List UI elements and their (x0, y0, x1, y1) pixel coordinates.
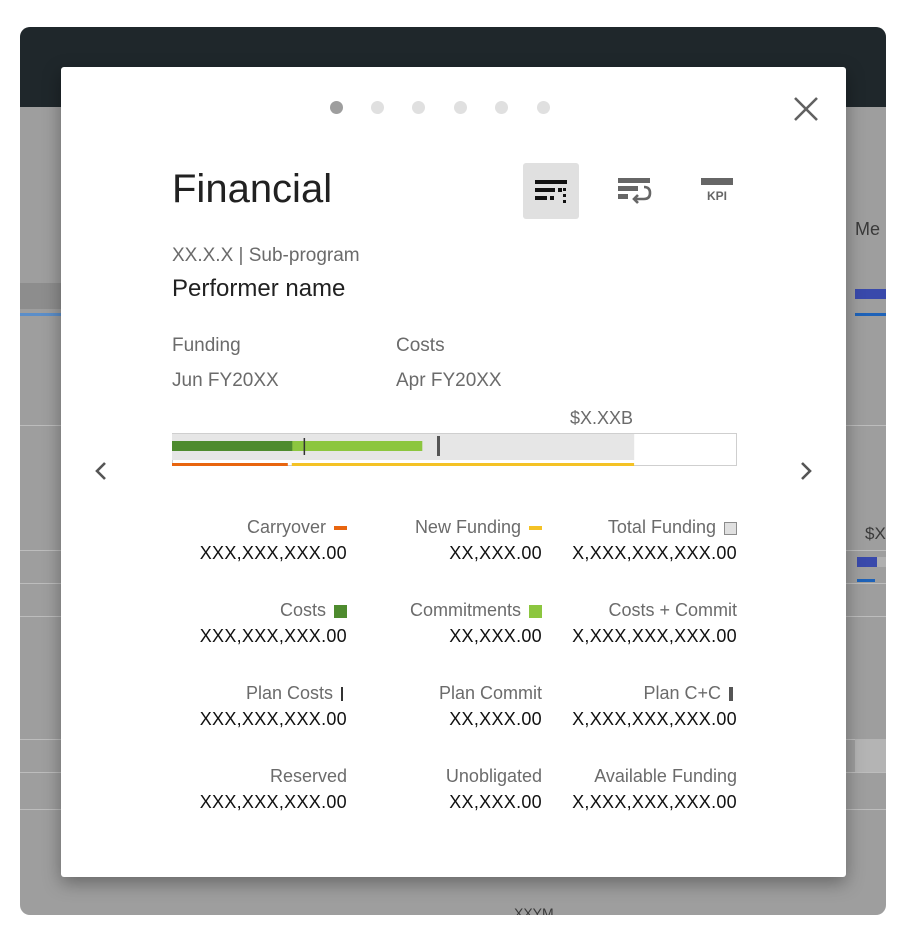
bg-mini-bar-rest (877, 557, 886, 567)
pager-dot-3[interactable] (412, 101, 425, 114)
subprogram-label: XX.X.X | Sub-program (172, 245, 360, 266)
costs-date: Apr FY20XX (396, 370, 502, 391)
bg-mini-bar (857, 557, 877, 567)
pager-dot-2[interactable] (371, 101, 384, 114)
chevron-right-icon (801, 462, 812, 480)
previous-button[interactable] (90, 459, 114, 483)
total-funding-amount: $X.XXB (569, 408, 633, 428)
transfer-view-icon (618, 178, 652, 204)
pager-dot-5[interactable] (495, 101, 508, 114)
pager-dot-6[interactable] (537, 101, 550, 114)
stat-label: Plan C+C (477, 681, 737, 705)
legend-outline-swatch (724, 521, 737, 535)
plan-cc-marker (437, 436, 440, 456)
financial-view-icon (535, 180, 567, 203)
plan-costs-marker (303, 438, 306, 455)
dialog-title: Financial (172, 167, 333, 211)
next-button[interactable] (793, 459, 817, 483)
bg-column-header: Me (855, 219, 881, 239)
new-funding-line (291, 463, 635, 466)
stat-label-text: Available Funding (594, 766, 737, 786)
bg-hatched-cell (855, 739, 886, 772)
funding-bar-chart (172, 433, 737, 466)
legend-tick-swatch (729, 687, 733, 702)
stat-total-funding: Total Funding X,XXX,XXX,XXX.00 (477, 515, 737, 564)
kpi-view-button[interactable]: KPI (689, 163, 745, 219)
transfer-view-button[interactable] (606, 163, 662, 219)
stat-available-funding: Available Funding X,XXX,XXX,XXX.00 (477, 764, 737, 813)
funding-date: Jun FY20XX (172, 370, 279, 391)
financial-detail-dialog: Financial KPI XX.X.X | Sub-program Perfo… (61, 67, 846, 877)
stat-value: X,XXX,XXX,XXX.00 (572, 543, 737, 563)
bg-bar-right-line (855, 313, 886, 316)
stat-label: Available Funding (477, 764, 737, 788)
stat-label-text: Total Funding (607, 517, 716, 537)
stat-label: Costs + Commit (477, 598, 737, 622)
stat-value: X,XXX,XXX,XXX.00 (572, 792, 737, 812)
bg-footer-text: XXYM (514, 905, 554, 915)
kpi-icon-text: KPI (707, 189, 727, 203)
funding-bar (172, 433, 737, 467)
stat-label-text: Plan C+C (643, 683, 721, 703)
bg-value: $X (865, 524, 886, 543)
costs-label: Costs (396, 335, 445, 356)
stat-costs-commit: Costs + Commit X,XXX,XXX,XXX.00 (477, 598, 737, 647)
close-icon (794, 97, 818, 121)
bg-mini-bar-line (857, 579, 875, 582)
stat-label-text: Costs + Commit (608, 600, 737, 620)
bg-bar-left-line (20, 313, 62, 316)
pager-dots (61, 101, 846, 115)
funding-label: Funding (172, 335, 241, 356)
costs-bar (172, 441, 293, 451)
pager-dot-4[interactable] (454, 101, 467, 114)
stat-value: X,XXX,XXX,XXX.00 (572, 626, 737, 646)
bg-bar-right (855, 289, 886, 299)
carryover-line (172, 463, 288, 466)
pager-dot-1[interactable] (330, 101, 343, 114)
financial-view-button[interactable] (523, 163, 579, 219)
stat-label: Total Funding (477, 515, 737, 539)
bg-bar-left (20, 283, 62, 309)
chevron-left-icon (95, 462, 106, 480)
stat-value: X,XXX,XXX,XXX.00 (572, 709, 737, 729)
close-button[interactable] (792, 95, 820, 123)
stat-plan-c-c: Plan C+C X,XXX,XXX,XXX.00 (477, 681, 737, 730)
kpi-view-icon: KPI (701, 178, 733, 203)
performer-name: Performer name (172, 275, 346, 302)
